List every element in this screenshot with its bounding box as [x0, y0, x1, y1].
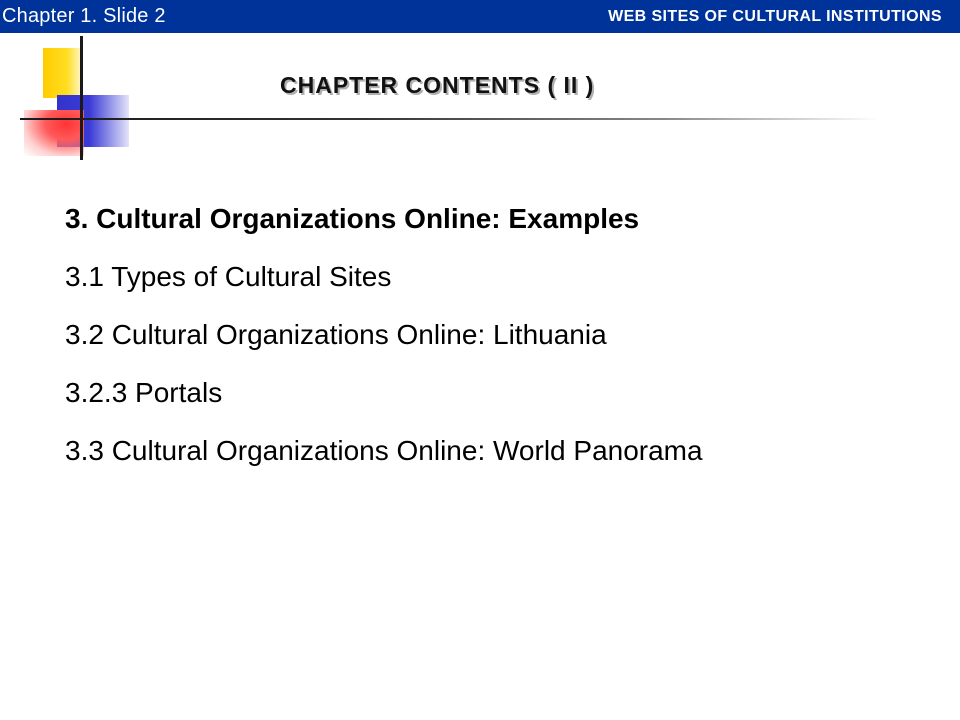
decorative-logo	[0, 0, 150, 170]
logo-red-square	[24, 110, 84, 156]
list-item: 3.2.3 Portals	[65, 377, 223, 408]
slide-title: CHAPTER CONTENTS ( II )	[280, 72, 595, 98]
logo-vertical-line	[80, 36, 83, 160]
list-item: 3.2 Cultural Organizations Online: Lithu…	[65, 319, 607, 350]
contents-list: 3. Cultural Organizations Online: Exampl…	[65, 202, 703, 492]
title-underline	[20, 118, 880, 120]
list-item: 3.3 Cultural Organizations Online: World…	[65, 435, 703, 466]
logo-yellow-square	[43, 48, 83, 98]
list-item: 3. Cultural Organizations Online: Exampl…	[65, 203, 640, 234]
list-item: 3.1 Types of Cultural Sites	[65, 261, 392, 292]
header-title: WEB SITES OF CULTURAL INSTITUTIONS	[608, 8, 942, 25]
